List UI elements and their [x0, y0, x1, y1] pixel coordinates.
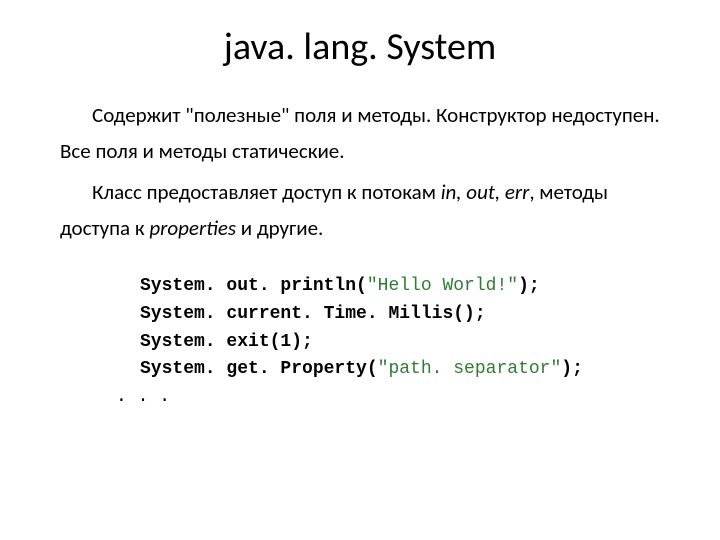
code-l4-string: "path. separator" [378, 359, 562, 379]
paragraph-1: Содержит "полезные" поля и методы. Конст… [60, 98, 660, 169]
code-l4a: System. get. Property( [140, 359, 378, 379]
code-l1c: ); [518, 276, 540, 296]
para2-italic-properties: properties [149, 215, 236, 241]
para2-text-a: Класс предоставляет доступ к потокам [92, 179, 441, 205]
code-line-3: System. exit(1); [140, 329, 660, 357]
page-title: java. lang. System [60, 24, 660, 70]
para2-text-e: и другие. [236, 215, 323, 241]
code-block: System. out. println("Hello World!"); Sy… [140, 273, 660, 412]
para2-italic-streams: in, out, err [441, 179, 530, 205]
code-l1a: System. out. println( [140, 276, 367, 296]
code-line-2: System. current. Time. Millis(); [140, 301, 660, 329]
code-line-4: System. get. Property("path. separator")… [140, 356, 660, 384]
code-line-5: . . . [140, 384, 660, 412]
code-l1-string: "Hello World!" [367, 276, 518, 296]
code-l4c: ); [561, 359, 583, 379]
code-ellipsis: . . . [116, 384, 170, 412]
paragraph-2: Класс предоставляет доступ к потокам in,… [60, 175, 660, 246]
code-line-1: System. out. println("Hello World!"); [140, 273, 660, 301]
